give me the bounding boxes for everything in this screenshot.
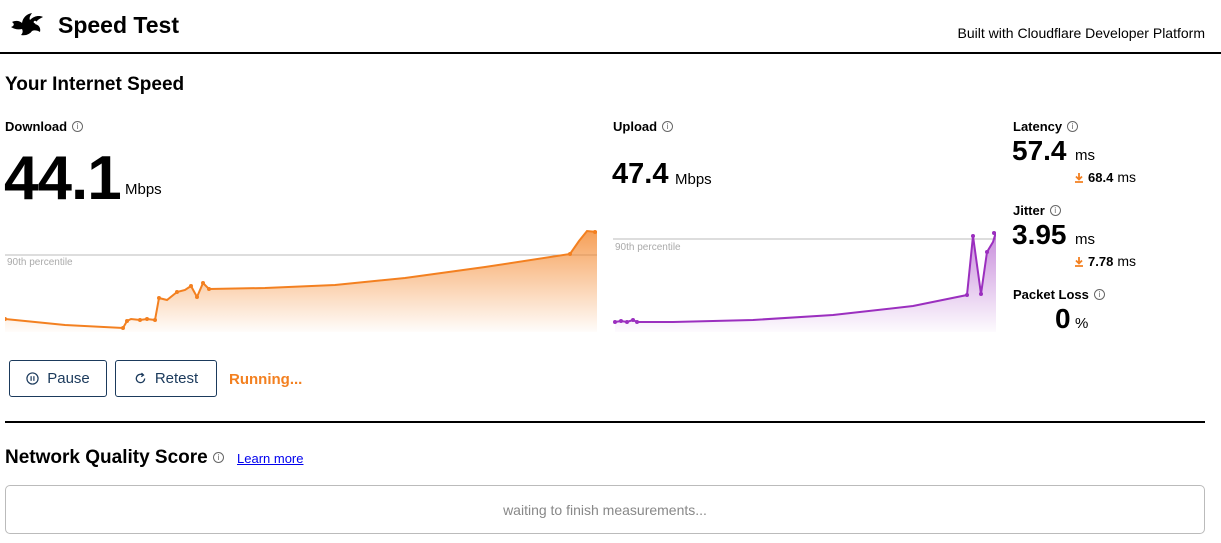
download-arrow-icon bbox=[1075, 256, 1083, 267]
built-with-text: Built with Cloudflare Developer Platform bbox=[957, 25, 1205, 41]
latency-label-text: Latency bbox=[1013, 119, 1063, 134]
pause-button-label: Pause bbox=[47, 370, 90, 387]
download-point bbox=[593, 230, 597, 234]
upload-chart: 90th percentile bbox=[613, 231, 996, 332]
upload-point bbox=[971, 234, 975, 238]
upload-label-text: Upload bbox=[613, 119, 658, 134]
retest-button[interactable]: Retest bbox=[115, 360, 217, 397]
download-percentile-label: 90th percentile bbox=[7, 257, 73, 268]
download-area bbox=[5, 231, 597, 332]
download-point bbox=[175, 290, 179, 294]
info-icon[interactable]: i bbox=[72, 121, 84, 132]
upload-value: 47.4 bbox=[612, 158, 669, 190]
info-icon[interactable]: i bbox=[213, 452, 224, 463]
pause-icon bbox=[26, 372, 39, 385]
download-point bbox=[201, 281, 205, 285]
jitter-loaded-value: 7.78 bbox=[1088, 253, 1114, 269]
info-icon[interactable]: i bbox=[1049, 205, 1061, 216]
latency-loaded-unit: ms bbox=[1117, 169, 1136, 185]
download-point bbox=[145, 317, 149, 321]
download-point bbox=[189, 284, 193, 288]
jitter-label: Jitter i bbox=[1013, 203, 1061, 218]
app-title: Speed Test bbox=[58, 12, 179, 38]
info-icon[interactable]: i bbox=[1093, 289, 1105, 300]
upload-point bbox=[631, 318, 635, 322]
download-point bbox=[157, 296, 161, 300]
download-point bbox=[153, 318, 157, 322]
upload-percentile-label: 90th percentile bbox=[615, 242, 681, 253]
jitter-value: 3.95 bbox=[1012, 219, 1067, 250]
download-point bbox=[125, 319, 129, 323]
packet-loss-unit: % bbox=[1075, 315, 1089, 332]
download-value: 44.1 bbox=[4, 144, 122, 213]
jitter-label-text: Jitter bbox=[1013, 203, 1045, 218]
rabbit-logo-icon bbox=[11, 13, 43, 36]
upload-point bbox=[985, 250, 989, 254]
latency-loaded: 68.4 ms bbox=[1074, 169, 1136, 185]
upload-point bbox=[992, 231, 996, 235]
waiting-text: waiting to finish measurements... bbox=[503, 501, 707, 518]
jitter-loaded-unit: ms bbox=[1117, 253, 1136, 269]
upload-point bbox=[625, 320, 629, 324]
upload-point bbox=[979, 292, 983, 296]
download-point bbox=[138, 318, 142, 322]
download-chart: 90th percentile bbox=[5, 229, 597, 332]
packet-loss-value: 0 bbox=[1055, 303, 1071, 334]
upload-point bbox=[619, 319, 623, 323]
latency-value: 57.4 bbox=[1012, 135, 1067, 166]
learn-more-link[interactable]: Learn more bbox=[237, 451, 303, 466]
upload-unit: Mbps bbox=[675, 171, 712, 188]
upload-point bbox=[613, 320, 617, 324]
network-quality-title: Network Quality Score bbox=[5, 447, 208, 469]
speed-section-title: Your Internet Speed bbox=[5, 74, 185, 95]
page-header: Speed Test Built with Cloudflare Develop… bbox=[0, 0, 1221, 54]
packet-loss-label: Packet Loss i bbox=[1013, 287, 1105, 302]
info-icon[interactable]: i bbox=[662, 121, 674, 132]
network-quality-title-text: Network Quality Score bbox=[5, 447, 208, 468]
test-status: Running... bbox=[229, 371, 303, 388]
latency-unit: ms bbox=[1075, 147, 1095, 164]
download-label: Download i bbox=[5, 119, 84, 134]
section-divider bbox=[5, 421, 1205, 423]
upload-label: Upload i bbox=[613, 119, 674, 134]
download-label-text: Download bbox=[5, 119, 68, 134]
jitter-loaded: 7.78 ms bbox=[1074, 253, 1136, 269]
upload-point bbox=[635, 320, 639, 324]
download-point bbox=[121, 326, 125, 330]
jitter-unit: ms bbox=[1075, 231, 1095, 248]
refresh-icon bbox=[135, 372, 146, 384]
latency-label: Latency i bbox=[1013, 119, 1079, 134]
info-icon[interactable]: i bbox=[1067, 121, 1079, 132]
network-quality-box: waiting to finish measurements... bbox=[5, 485, 1205, 534]
pause-button[interactable]: Pause bbox=[9, 360, 107, 397]
download-point bbox=[207, 287, 211, 291]
download-point bbox=[568, 252, 572, 256]
upload-point bbox=[965, 293, 969, 297]
download-point bbox=[195, 295, 199, 299]
packet-loss-label-text: Packet Loss bbox=[1013, 287, 1089, 302]
retest-button-label: Retest bbox=[154, 370, 199, 387]
download-arrow-icon bbox=[1075, 172, 1083, 183]
latency-loaded-value: 68.4 bbox=[1088, 169, 1114, 185]
download-unit: Mbps bbox=[125, 181, 162, 198]
